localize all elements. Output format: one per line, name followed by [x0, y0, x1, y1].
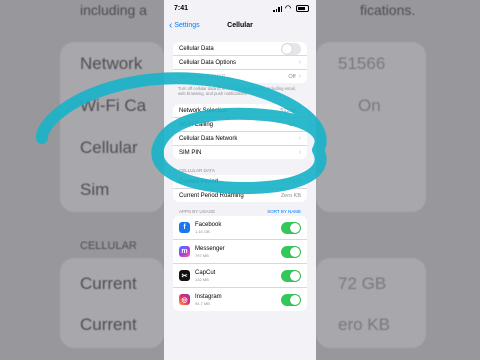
- app-name: Messenger: [195, 245, 225, 252]
- cellular-data-section-header: CELLULAR DATA: [164, 165, 316, 173]
- facebook-toggle[interactable]: [281, 221, 301, 234]
- app-name: CapCut: [195, 269, 216, 276]
- app-size: 797 MB: [195, 252, 209, 258]
- chevron-right-icon: ›: [298, 121, 301, 128]
- app-row-messenger: m Messenger 797 MB: [173, 240, 307, 264]
- app-row-facebook: f Facebook 1.16 GB: [173, 216, 307, 240]
- app-name: Facebook: [195, 221, 222, 228]
- page-title: Cellular: [227, 22, 253, 29]
- app-row-capcut: ✂ CapCut 132 MB: [173, 264, 307, 288]
- sim-pin-label: SIM PIN: [179, 149, 202, 156]
- current-period-label: Current Period: [179, 178, 219, 185]
- bg-row-current-value: 72 GB: [338, 274, 387, 293]
- personal-hotspot-value: Off: [288, 73, 296, 80]
- bg-row-network-value: 51566: [338, 54, 386, 73]
- cellular-data-footnote: Turn off cellular data to restrict all d…: [178, 86, 296, 96]
- apps-by-usage-label: APPS BY USAGE: [179, 209, 216, 214]
- wifi-calling-value: On: [288, 121, 296, 128]
- messenger-toggle[interactable]: [281, 245, 301, 258]
- current-period-roaming-value: Zero KB: [280, 192, 301, 199]
- phone-screen: 7:41 ◠ ‹ Settings Cellular Cellular Data…: [164, 0, 316, 360]
- cellular-data-header-label: CELLULAR DATA: [179, 168, 215, 173]
- personal-hotspot-row[interactable]: Personal Hotspot Off ›: [173, 70, 307, 83]
- network-selection-label: Network Selection: [179, 107, 228, 114]
- app-size: 94.7 MB: [195, 300, 210, 306]
- personal-hotspot-label: Personal Hotspot: [179, 73, 226, 80]
- bg-top-text-right: fications.: [360, 2, 416, 18]
- usage-group: Current Period 2.72 GB Current Period Ro…: [173, 175, 307, 202]
- chevron-right-icon: ›: [298, 149, 301, 156]
- wifi-calling-row[interactable]: Wi-Fi Calling On ›: [173, 118, 307, 132]
- bg-row-sim: Sim: [80, 180, 110, 199]
- instagram-toggle[interactable]: [281, 293, 301, 306]
- nav-bar: ‹ Settings Cellular: [164, 18, 316, 38]
- current-period-roaming-label: Current Period Roaming: [179, 192, 244, 199]
- cellular-data-network-row[interactable]: Cellular Data Network ›: [173, 132, 307, 146]
- cellular-data-group: Cellular Data Cellular Data Options › Pe…: [173, 42, 307, 83]
- app-row-instagram: ◎ Instagram 94.7 MB: [173, 288, 307, 311]
- bg-row-wifi: Wi-Fi Ca: [80, 96, 147, 115]
- bg-row-network: Network: [80, 54, 143, 73]
- current-period-row: Current Period 2.72 GB: [173, 175, 307, 189]
- signal-icon: [273, 5, 282, 12]
- apps-group: f Facebook 1.16 GB m Messenger 797 MB ✂ Ca…: [173, 216, 307, 311]
- app-size: 1.16 GB: [195, 228, 210, 234]
- sort-by-name-button[interactable]: SORT BY NAME: [267, 209, 301, 214]
- chevron-right-icon: ›: [298, 107, 301, 114]
- current-period-roaming-row: Current Period Roaming Zero KB: [173, 189, 307, 202]
- facebook-icon: f: [179, 222, 190, 233]
- bg-row-cellular: Cellular: [80, 138, 138, 157]
- cellular-data-network-label: Cellular Data Network: [179, 135, 238, 142]
- network-selection-row[interactable]: Network Selection 51566 ›: [173, 104, 307, 118]
- network-selection-value: 51566: [280, 107, 296, 114]
- capcut-toggle[interactable]: [281, 269, 301, 282]
- app-name: Instagram: [195, 293, 222, 300]
- cellular-data-options-row[interactable]: Cellular Data Options ›: [173, 56, 307, 70]
- messenger-icon: m: [179, 246, 190, 257]
- cellular-data-row: Cellular Data: [173, 42, 307, 56]
- status-bar: 7:41 ◠: [164, 0, 316, 18]
- chevron-right-icon: ›: [298, 73, 301, 80]
- cellular-data-options-label: Cellular Data Options: [179, 59, 237, 66]
- status-time: 7:41: [174, 5, 189, 12]
- bg-row-wifi-value: On: [358, 96, 381, 115]
- bg-row-current-2: Current: [80, 315, 137, 334]
- capcut-icon: ✂: [179, 270, 190, 281]
- chevron-right-icon: ›: [298, 135, 301, 142]
- app-size: 132 MB: [195, 276, 209, 282]
- network-group: Network Selection 51566 › Wi-Fi Calling O…: [173, 104, 307, 159]
- chevron-right-icon: ›: [298, 59, 301, 66]
- cellular-data-toggle[interactable]: [281, 42, 301, 55]
- wifi-icon: ◠: [285, 4, 292, 12]
- bg-top-text: including a: [80, 2, 147, 18]
- cellular-data-label: Cellular Data: [179, 45, 214, 52]
- sim-pin-row[interactable]: SIM PIN ›: [173, 146, 307, 159]
- bg-row-current-2-value: ero KB: [338, 315, 390, 334]
- wifi-calling-label: Wi-Fi Calling: [179, 121, 214, 128]
- bg-section-header: CELLULAR: [80, 240, 137, 252]
- apps-by-usage-header: APPS BY USAGE SORT BY NAME: [164, 206, 316, 214]
- instagram-icon: ◎: [179, 294, 190, 305]
- status-icons: ◠: [273, 5, 309, 12]
- bg-row-current: Current: [80, 274, 137, 293]
- current-period-value: 2.72 GB: [280, 178, 301, 185]
- battery-icon: [296, 5, 309, 12]
